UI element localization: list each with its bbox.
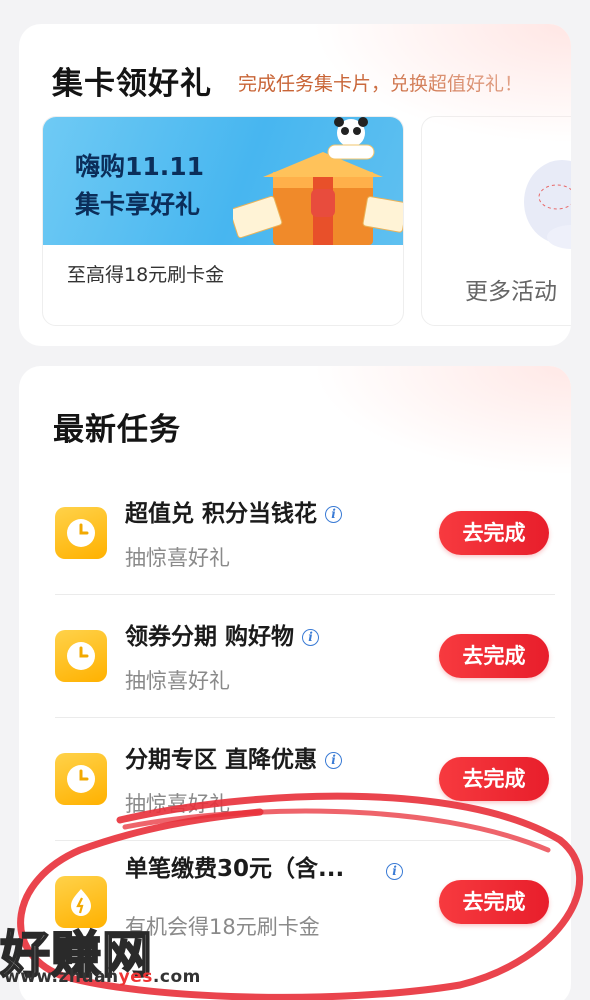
complete-task-button[interactable]: 去完成 xyxy=(439,511,549,555)
task-title: 领券分期 购好物 i xyxy=(125,617,320,651)
task-title: 超值兑 积分当钱花 i xyxy=(125,494,343,528)
task-title: 分期专区 直降优惠 i xyxy=(125,740,343,774)
info-icon[interactable]: i xyxy=(386,863,403,880)
more-activities-label: 更多活动 xyxy=(465,279,557,305)
complete-task-button[interactable]: 去完成 xyxy=(439,634,549,678)
task-row: 超值兑 积分当钱花 i 抽惊喜好礼 去完成 xyxy=(35,472,555,595)
task-subtitle: 有机会得18元刷卡金 xyxy=(125,915,320,939)
info-icon[interactable]: i xyxy=(302,629,320,646)
clock-icon xyxy=(55,753,107,805)
task-subtitle: 抽惊喜好礼 xyxy=(125,669,230,693)
clock-icon xyxy=(55,630,107,682)
promo-description: 至高得18元刷卡金 xyxy=(67,264,225,286)
collect-subtitle: 完成任务集卡片，兑换超值好礼！ xyxy=(238,73,524,95)
info-icon[interactable]: i xyxy=(325,752,343,769)
promo-line1: 嗨购11.11 xyxy=(75,152,205,181)
clock-icon xyxy=(55,507,107,559)
panda-gift-box-icon xyxy=(233,117,403,245)
collect-cards-card: 集卡领好礼 完成任务集卡片，兑换超值好礼！ 嗨购11.11 集卡享好礼 至高得1… xyxy=(19,24,571,346)
task-title: 单笔缴费30元（含... xyxy=(125,856,345,882)
task-row: 领券分期 购好物 i 抽惊喜好礼 去完成 xyxy=(35,595,555,718)
task-subtitle: 抽惊喜好礼 xyxy=(125,792,230,816)
watermark-url: www.zhuanyes.com xyxy=(4,967,201,987)
tasks-title: 最新任务 xyxy=(53,412,181,448)
task-subtitle: 抽惊喜好礼 xyxy=(125,546,230,570)
latest-tasks-card: 最新任务 超值兑 积分当钱花 i 抽惊喜好礼 去完成 领券分期 购好物 i 抽惊喜好… xyxy=(19,366,571,1000)
mascot-icon xyxy=(524,160,571,249)
promo-card-1111[interactable]: 嗨购11.11 集卡享好礼 至高得18元刷卡金 xyxy=(42,116,404,326)
task-row: 分期专区 直降优惠 i 抽惊喜好礼 去完成 xyxy=(35,718,555,841)
collect-title: 集卡领好礼 xyxy=(52,66,212,102)
promo-line2: 集卡享好礼 xyxy=(75,190,201,219)
complete-task-button[interactable]: 去完成 xyxy=(439,880,549,924)
complete-task-button[interactable]: 去完成 xyxy=(439,757,549,801)
promo-banner: 嗨购11.11 集卡享好礼 xyxy=(43,117,403,245)
info-icon[interactable]: i xyxy=(325,506,343,523)
more-activities-card[interactable]: 更多活动 xyxy=(421,116,571,326)
